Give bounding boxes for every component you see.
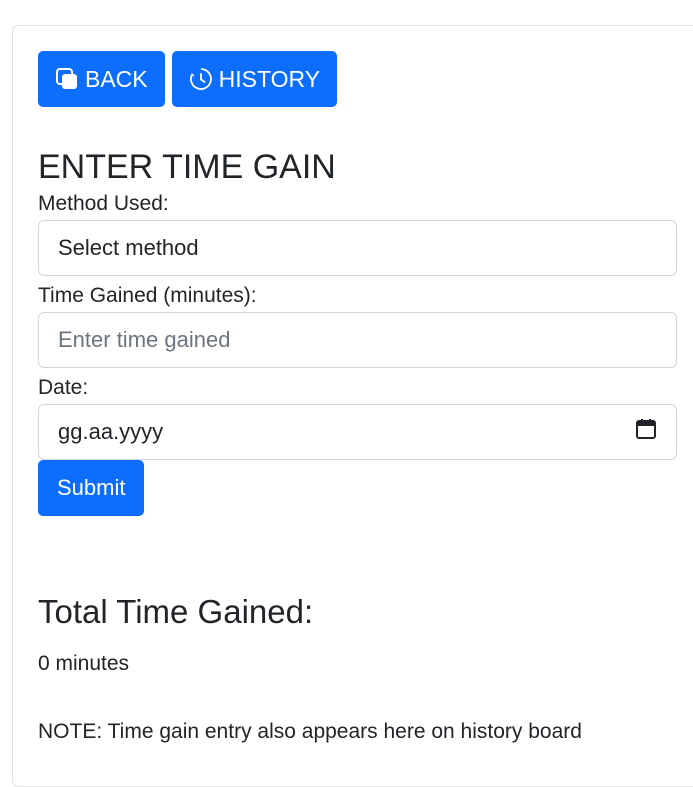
clock-history-icon: [189, 67, 213, 91]
total-value: 0 minutes: [38, 652, 130, 675]
form-title: ENTER TIME GAIN: [38, 148, 336, 186]
calendar-icon[interactable]: [635, 418, 657, 446]
window-copy-icon: [55, 67, 79, 91]
method-select-value: Select method: [58, 235, 199, 260]
time-label: Time Gained (minutes):: [38, 284, 257, 307]
back-button-label: BACK: [85, 65, 148, 92]
time-input-placeholder: Enter time gained: [58, 327, 231, 352]
back-button[interactable]: BACK: [38, 51, 165, 107]
time-input[interactable]: Enter time gained: [38, 312, 677, 368]
date-input-value: gg.aa.yyyy: [58, 419, 164, 444]
content: BACK HISTORY ENTER TIME GAIN Method Used…: [38, 51, 677, 744]
history-button[interactable]: HISTORY: [171, 51, 338, 107]
top-buttons: BACK HISTORY: [38, 51, 677, 107]
method-label: Method Used:: [38, 192, 169, 215]
date-label: Date:: [38, 376, 89, 399]
date-input[interactable]: gg.aa.yyyy: [38, 404, 677, 460]
history-note: NOTE: Time gain entry also appears here …: [38, 720, 582, 743]
method-select[interactable]: Select method: [38, 220, 677, 276]
history-button-label: HISTORY: [218, 65, 321, 92]
total-title: Total Time Gained:: [38, 593, 314, 630]
main-card: BACK HISTORY ENTER TIME GAIN Method Used…: [12, 25, 693, 787]
submit-button[interactable]: Submit: [38, 460, 145, 516]
